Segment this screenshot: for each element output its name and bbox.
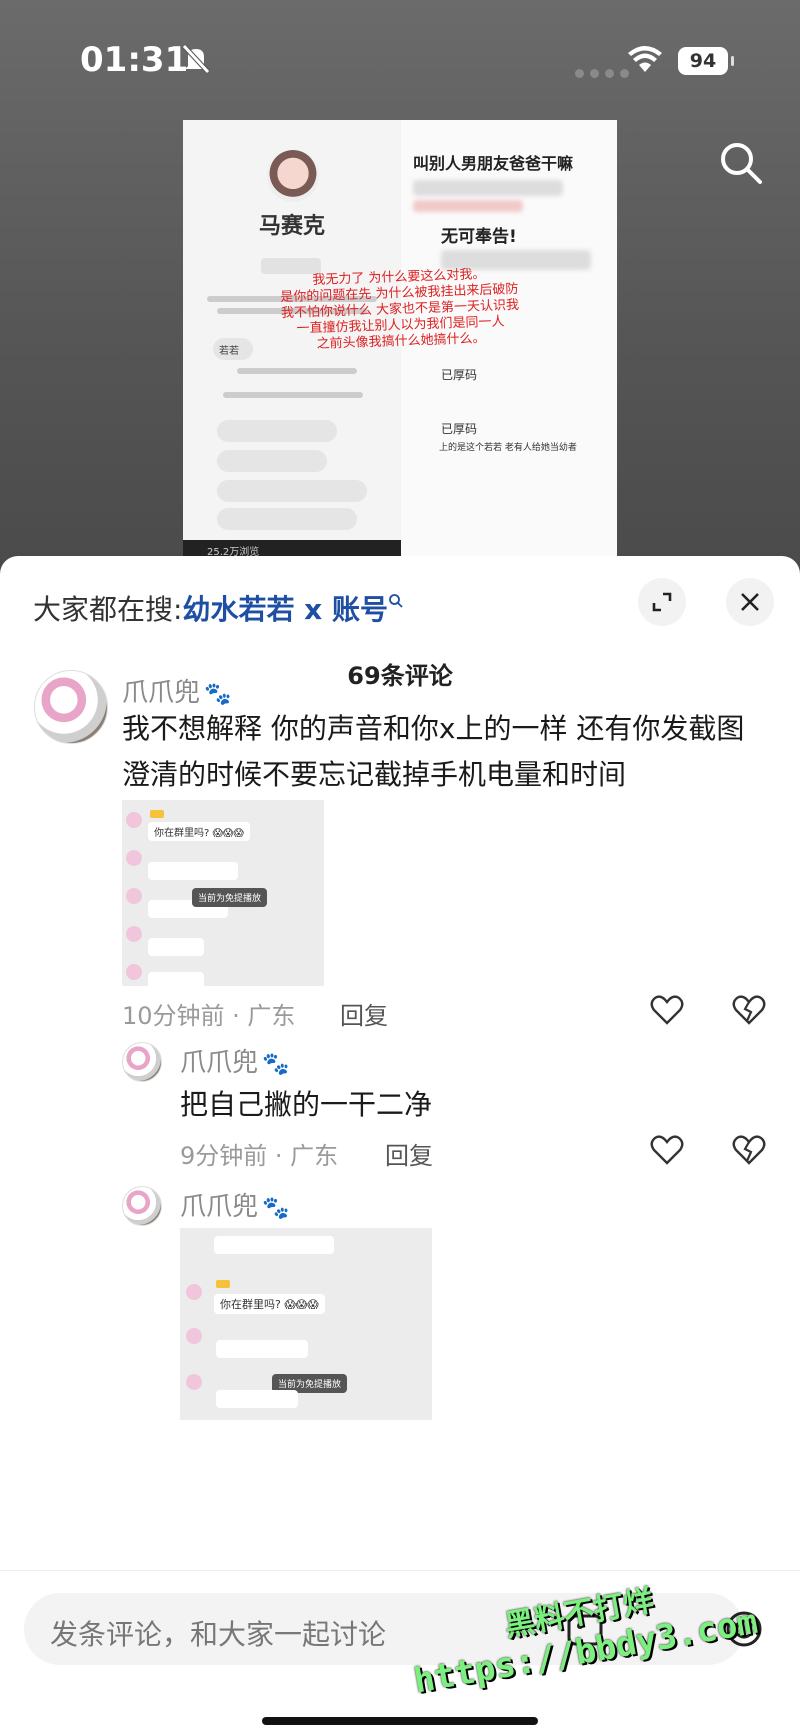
battery-indicator: 94 [678,47,734,75]
post-line: 无可奉告! [441,227,517,247]
post-title: 叫别人男朋友爸爸干嘛 [413,154,574,173]
like-icon[interactable] [650,1134,684,1166]
post-caption: 上的是这个若若 老有人给她当幼者 [439,443,577,453]
reply-button[interactable]: 回复 [385,1136,433,1171]
profile-name: 马赛克 [258,214,325,239]
comment-meta: 10分钟前 · 广东 [122,1002,296,1030]
profile-avatar [267,150,319,202]
comment-meta: 9分钟前 · 广东 [180,1142,339,1170]
expand-button[interactable] [638,578,686,626]
like-icon[interactable] [650,994,684,1026]
avatar[interactable] [122,1042,162,1082]
comment-author[interactable]: 爪爪兜 🐾 [180,1042,289,1079]
comment-author[interactable]: 爪爪兜 🐾 [122,672,231,709]
video-player[interactable]: 01:31 94 马赛克 若若 25.2万浏览 叫别人男朋友爸爸干嘛 无可奉告!… [0,0,800,580]
comment-placeholder: 发条评论，和大家一起讨论 [50,1618,387,1651]
image-question: 你在群里吗? 😱😱😱 [214,1294,325,1314]
comment-author[interactable]: 爪爪兜 🐾 [180,1186,289,1223]
avatar[interactable] [34,670,108,744]
search-icon[interactable] [718,140,764,186]
post-note-1: 已厚码 [441,368,478,382]
avatar[interactable] [122,1186,162,1226]
signal-icon [575,63,635,82]
reply-button[interactable]: 回复 [340,996,388,1031]
close-button[interactable] [726,578,774,626]
comment-text: 把自己撇的一干二净 [180,1088,433,1121]
comment-image[interactable]: 你在群里吗? 😱😱😱 当前为免提播放 [180,1228,432,1420]
expand-icon [652,592,672,612]
trending-keyword[interactable]: 幼水若若 x 账号 [182,593,388,626]
dislike-icon[interactable] [732,994,766,1026]
trending-search[interactable]: 大家都在搜:幼水若若 x 账号 [33,588,404,628]
comment-count: 69条评论 [347,662,453,690]
comment-image[interactable]: 你在群里吗? 😱😱😱 当前为免提播放 [122,800,324,986]
post-note-2: 已厚码 [441,422,478,436]
image-question: 你在群里吗? 😱😱😱 [148,822,250,841]
mute-bell-icon [182,44,210,74]
status-time: 01:31 [80,40,189,80]
search-small-icon [389,593,403,608]
video-frame: 马赛克 若若 25.2万浏览 叫别人男朋友爸爸干嘛 无可奉告! 已厚码 已厚码 … [183,120,617,560]
paw-icon: 🐾 [204,682,232,707]
image-tip: 当前为免提播放 [192,888,268,907]
comment-sheet: 大家都在搜:幼水若若 x 账号 69条评论 爪爪兜 🐾 我不想解释 你的声音和你x… [0,556,800,1736]
paw-icon: 🐾 [262,1196,290,1221]
comment-text: 我不想解释 你的声音和你x上的一样 还有你发截图澄清的时候不要忘记截掉手机电量和… [122,712,745,791]
handwritten-overlay: 我无力了 为什么要这么对我。 是你的问题在先 为什么被我挂出来后破防 我不怕你说… [280,267,520,352]
reply-text: 若若 [219,346,239,357]
home-indicator [262,1717,538,1725]
close-icon [741,593,759,611]
dislike-icon[interactable] [732,1134,766,1166]
wifi-icon [628,46,662,72]
profile-button [261,258,321,274]
paw-icon: 🐾 [262,1052,290,1077]
trending-prefix: 大家都在搜: [33,593,183,626]
